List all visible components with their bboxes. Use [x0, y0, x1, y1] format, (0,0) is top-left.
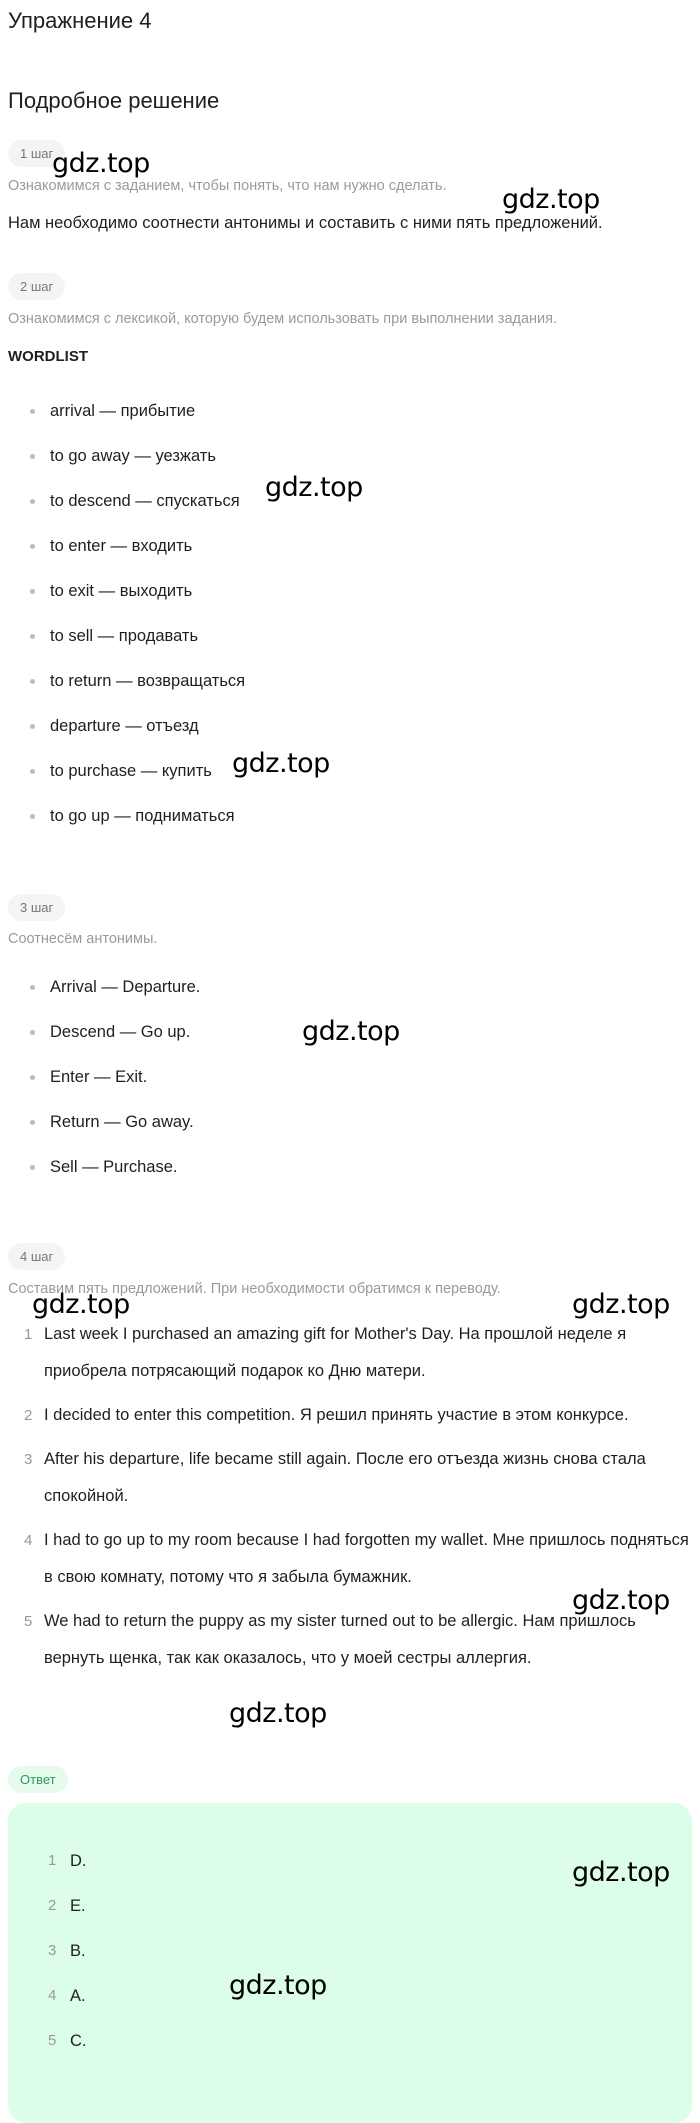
answer-label: Ответ — [8, 1766, 692, 1793]
list-item: to purchase — купить — [8, 760, 692, 805]
step-hint: Соотнесём антонимы. — [8, 931, 158, 947]
watermark: gdz.top — [32, 1289, 130, 1320]
list-item: Enter — Exit. — [8, 1066, 692, 1111]
step-hint: Ознакомимся с лексикой, которую будем ис… — [8, 311, 558, 327]
list-item: to sell — продавать — [8, 625, 692, 670]
list-item: 5 C. — [8, 2030, 692, 2075]
sentence-list: 1 Last week I purchased an amazing gift f… — [8, 1316, 692, 1684]
step-text: Нам необходимо соотнести антонимы и сост… — [8, 214, 603, 232]
item-text: C. — [70, 2032, 87, 2050]
item-text: We had to return the puppy as my sister … — [44, 1612, 636, 1667]
item-number: 4 — [48, 1987, 57, 2004]
list-item: to enter — входить — [8, 535, 692, 580]
watermark: gdz.top — [572, 1585, 670, 1616]
watermark: gdz.top — [52, 148, 150, 179]
list-item: 4 A. — [8, 1985, 692, 2030]
list-item: to return — возвращаться — [8, 670, 692, 715]
item-number: 1 — [48, 1852, 57, 1869]
list-item: Return — Go away. — [8, 1111, 692, 1156]
item-text: E. — [70, 1897, 86, 1915]
list-item: 1 Last week I purchased an amazing gift f… — [8, 1316, 692, 1390]
watermark: gdz.top — [229, 1698, 327, 1729]
page-title: Упражнение 4 — [8, 8, 152, 33]
watermark: gdz.top — [572, 1857, 670, 1888]
wordlist: arrival — прибытие to go away — уезжать … — [8, 400, 692, 850]
wordlist-heading: WORDLIST — [8, 348, 88, 365]
item-text: Last week I purchased an amazing gift fo… — [44, 1325, 627, 1380]
list-item: 2 E. — [8, 1895, 692, 1940]
step-2: 2 шаг — [8, 273, 692, 300]
step-badge: 2 шаг — [8, 273, 66, 300]
solution-heading: Подробное решение — [8, 88, 220, 113]
answer-badge: Ответ — [8, 1766, 68, 1793]
watermark: gdz.top — [265, 472, 363, 503]
list-item: 3 After his departure, life became still … — [8, 1441, 692, 1515]
item-number: 5 — [48, 2032, 57, 2049]
item-number: 1 — [24, 1326, 33, 1343]
item-text: D. — [70, 1852, 87, 1870]
list-item: arrival — прибытие — [8, 400, 692, 445]
item-text: I decided to enter this competition. Я р… — [44, 1406, 629, 1424]
item-text: I had to go up to my room because I had … — [44, 1531, 689, 1586]
step-badge: 4 шаг — [8, 1243, 66, 1270]
step-4: 4 шаг — [8, 1243, 692, 1270]
watermark: gdz.top — [302, 1016, 400, 1047]
antonym-list: Arrival — Departure. Descend — Go up. En… — [8, 976, 692, 1201]
watermark: gdz.top — [502, 184, 600, 215]
item-number: 2 — [24, 1407, 33, 1424]
item-number: 3 — [24, 1451, 33, 1468]
item-number: 5 — [24, 1613, 33, 1630]
list-item: 2 I decided to enter this competition. Я … — [8, 1397, 692, 1434]
list-item: Sell — Purchase. — [8, 1156, 692, 1201]
list-item: departure — отъезд — [8, 715, 692, 760]
item-number: 4 — [24, 1532, 33, 1549]
watermark: gdz.top — [229, 1970, 327, 2001]
list-item: 3 B. — [8, 1940, 692, 1985]
step-3: 3 шаг — [8, 894, 692, 921]
item-text: A. — [70, 1987, 86, 2005]
item-number: 3 — [48, 1942, 57, 1959]
item-text: After his departure, life became still a… — [44, 1450, 646, 1505]
answer-box: 1 D. 2 E. 3 B. 4 A. 5 C. — [8, 1803, 692, 2123]
list-item: to go up — подниматься — [8, 805, 692, 850]
list-item: Arrival — Departure. — [8, 976, 692, 1021]
item-text: B. — [70, 1942, 86, 1960]
watermark: gdz.top — [232, 748, 330, 779]
step-badge: 3 шаг — [8, 894, 66, 921]
item-number: 2 — [48, 1897, 57, 1914]
list-item: to exit — выходить — [8, 580, 692, 625]
watermark: gdz.top — [572, 1289, 670, 1320]
